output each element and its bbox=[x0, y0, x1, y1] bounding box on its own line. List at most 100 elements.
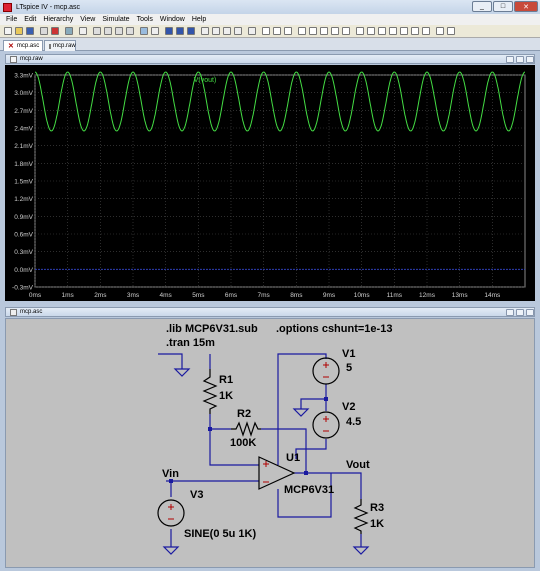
v1-ref[interactable]: V1 bbox=[342, 349, 355, 360]
tab-label: mcp.raw bbox=[53, 43, 76, 49]
menu-window[interactable]: Window bbox=[160, 16, 185, 23]
ground-icon[interactable] bbox=[273, 27, 281, 35]
r3-ref[interactable]: R3 bbox=[370, 503, 384, 514]
move-icon[interactable] bbox=[367, 27, 375, 35]
maximize-button[interactable]: □ bbox=[493, 1, 513, 12]
copy-icon[interactable] bbox=[212, 27, 220, 35]
menu-simulate[interactable]: Simulate bbox=[102, 16, 129, 23]
cascade-icon[interactable] bbox=[187, 27, 195, 35]
source-v1 bbox=[312, 357, 340, 385]
x-tick-label: 14ms bbox=[484, 292, 501, 299]
ground-symbol bbox=[352, 546, 370, 555]
x-tick-label: 10ms bbox=[354, 292, 371, 299]
v2-ref[interactable]: V2 bbox=[342, 402, 355, 413]
folder-icon[interactable] bbox=[15, 27, 23, 35]
cut-icon[interactable] bbox=[201, 27, 209, 35]
tile-icon[interactable] bbox=[151, 27, 159, 35]
v3-ref[interactable]: V3 bbox=[190, 490, 203, 501]
directive-options[interactable]: .options cshunt=1e-13 bbox=[276, 324, 392, 335]
text-icon[interactable] bbox=[436, 27, 444, 35]
v3-value[interactable]: SINE(0 5u 1K) bbox=[184, 529, 256, 540]
component-icon[interactable] bbox=[342, 27, 350, 35]
halt-icon[interactable] bbox=[65, 27, 73, 35]
diode-icon[interactable] bbox=[331, 27, 339, 35]
y-tick-label: -0.3mV bbox=[12, 285, 34, 292]
capacitor-icon[interactable] bbox=[309, 27, 317, 35]
r2-value[interactable]: 100K bbox=[230, 438, 256, 449]
save-icon[interactable] bbox=[26, 27, 34, 35]
y-tick-label: 3.0mV bbox=[14, 90, 33, 97]
u1-ref[interactable]: U1 bbox=[286, 453, 300, 464]
menu-help[interactable]: Help bbox=[192, 16, 206, 23]
v2-value[interactable]: 4.5 bbox=[346, 417, 361, 428]
zoom-fit-icon[interactable] bbox=[115, 27, 123, 35]
tab-mcp-raw[interactable]: mcp.raw bbox=[44, 40, 76, 51]
v1-value[interactable]: 5 bbox=[346, 363, 352, 374]
schematic-canvas[interactable]: .lib MCP6V31.sub .tran 15m .options cshu… bbox=[5, 318, 535, 568]
tab-mcp-asc[interactable]: ✕ mcp.asc bbox=[3, 40, 43, 51]
net-label-vin[interactable]: Vin bbox=[162, 469, 179, 480]
plot-restore-button[interactable] bbox=[516, 56, 524, 63]
source-v3 bbox=[157, 499, 185, 527]
rotate-icon[interactable] bbox=[411, 27, 419, 35]
control-panel-icon[interactable] bbox=[40, 27, 48, 35]
tab-label: mcp.asc bbox=[16, 43, 40, 49]
plot-close-button[interactable] bbox=[526, 56, 534, 63]
directive-tran[interactable]: .tran 15m bbox=[166, 338, 215, 349]
y-tick-label: 1.5mV bbox=[14, 179, 33, 186]
wire-icon[interactable] bbox=[262, 27, 270, 35]
resistor-r2 bbox=[231, 421, 261, 437]
directive-lib[interactable]: .lib MCP6V31.sub bbox=[166, 324, 258, 335]
r1-value[interactable]: 1K bbox=[219, 391, 233, 402]
label-icon[interactable] bbox=[284, 27, 292, 35]
print-icon[interactable] bbox=[248, 27, 256, 35]
zoom-out-icon[interactable] bbox=[104, 27, 112, 35]
inductor-icon[interactable] bbox=[320, 27, 328, 35]
hand-icon[interactable] bbox=[356, 27, 364, 35]
x-tick-label: 4ms bbox=[160, 292, 173, 299]
ground-symbol bbox=[173, 368, 191, 377]
schematic-close-button[interactable] bbox=[526, 309, 534, 316]
zoom-in-icon[interactable] bbox=[93, 27, 101, 35]
drag-icon[interactable] bbox=[378, 27, 386, 35]
zoom-area-icon[interactable] bbox=[126, 27, 134, 35]
r3-value[interactable]: 1K bbox=[370, 519, 384, 530]
menu-edit[interactable]: Edit bbox=[24, 16, 36, 23]
document-tab-bar: ✕ mcp.asc mcp.raw bbox=[0, 38, 540, 51]
mirror-icon[interactable] bbox=[422, 27, 430, 35]
x-tick-label: 8ms bbox=[290, 292, 303, 299]
close-button[interactable]: ✕ bbox=[514, 1, 538, 12]
resistor-icon[interactable] bbox=[298, 27, 306, 35]
run-icon[interactable] bbox=[51, 27, 59, 35]
autorange-icon[interactable] bbox=[140, 27, 148, 35]
ltspice-app-icon bbox=[3, 2, 12, 12]
y-tick-label: 0.0mV bbox=[14, 267, 33, 274]
plot-window-title-bar: mcp.raw bbox=[5, 54, 535, 64]
tile-vertical-icon[interactable] bbox=[176, 27, 184, 35]
net-label-vout[interactable]: Vout bbox=[346, 460, 370, 471]
open-icon[interactable] bbox=[4, 27, 12, 35]
junction-dot bbox=[208, 427, 212, 431]
waveform-plot-canvas: 3.3mV 3.0mV 2.7mV 2.4mV 2.1mV 1.8mV 1.5mV 1.2mV… bbox=[12, 71, 526, 299]
r2-ref[interactable]: R2 bbox=[237, 409, 251, 420]
close-tab-icon[interactable]: ✕ bbox=[8, 42, 14, 50]
schematic-minimize-button[interactable] bbox=[506, 309, 514, 316]
pan-icon[interactable] bbox=[79, 27, 87, 35]
menu-tools[interactable]: Tools bbox=[137, 16, 153, 23]
paste-icon[interactable] bbox=[223, 27, 231, 35]
r1-ref[interactable]: R1 bbox=[219, 375, 233, 386]
waveform-plot[interactable]: 3.3mV 3.0mV 2.7mV 2.4mV 2.1mV 1.8mV 1.5mV 1.2mV… bbox=[5, 65, 535, 301]
waveform-doc-icon bbox=[49, 43, 51, 49]
redo-icon[interactable] bbox=[400, 27, 408, 35]
find-icon[interactable] bbox=[234, 27, 242, 35]
u1-value[interactable]: MCP6V31 bbox=[284, 485, 334, 496]
menu-view[interactable]: View bbox=[80, 16, 95, 23]
plot-minimize-button[interactable] bbox=[506, 56, 514, 63]
menu-file[interactable]: File bbox=[6, 16, 17, 23]
minimize-button[interactable]: _ bbox=[472, 1, 492, 12]
schematic-restore-button[interactable] bbox=[516, 309, 524, 316]
undo-icon[interactable] bbox=[389, 27, 397, 35]
menu-hierarchy[interactable]: Hierarchy bbox=[43, 16, 73, 23]
spice-directive-icon[interactable] bbox=[447, 27, 455, 35]
tile-horizontal-icon[interactable] bbox=[165, 27, 173, 35]
